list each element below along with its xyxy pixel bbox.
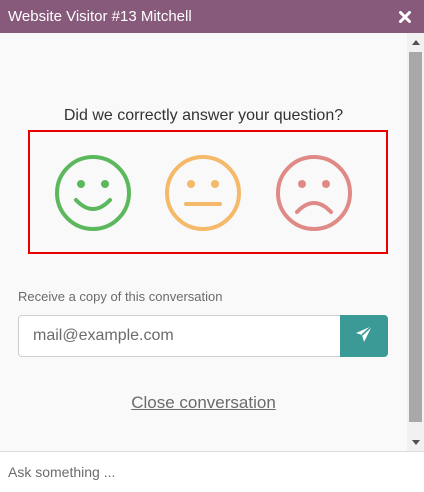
scroll-up-icon[interactable] <box>407 33 424 50</box>
smiley-neutral-icon[interactable] <box>164 154 242 232</box>
transcript-label: Receive a copy of this conversation <box>18 289 223 304</box>
close-icon[interactable] <box>398 10 412 24</box>
message-input[interactable] <box>0 452 424 492</box>
scrollbar-thumb[interactable] <box>409 52 422 422</box>
email-field[interactable] <box>18 315 340 357</box>
chat-window-header: Website Visitor #13 Mitchell <box>0 0 424 33</box>
close-conversation-link[interactable]: Close conversation <box>0 393 407 413</box>
scrollbar[interactable] <box>407 33 424 451</box>
chat-window-title: Website Visitor #13 Mitchell <box>8 8 192 25</box>
message-composer <box>0 451 424 492</box>
send-transcript-button[interactable] <box>340 315 388 357</box>
paper-plane-icon <box>355 324 373 348</box>
smiley-sad-icon[interactable] <box>275 154 353 232</box>
rating-question: Did we correctly answer your question? <box>63 107 344 124</box>
rating-options <box>28 130 388 254</box>
smiley-happy-icon[interactable] <box>54 154 132 232</box>
scroll-down-icon[interactable] <box>407 434 424 451</box>
chat-content: Did we correctly answer your question? R… <box>0 33 407 451</box>
